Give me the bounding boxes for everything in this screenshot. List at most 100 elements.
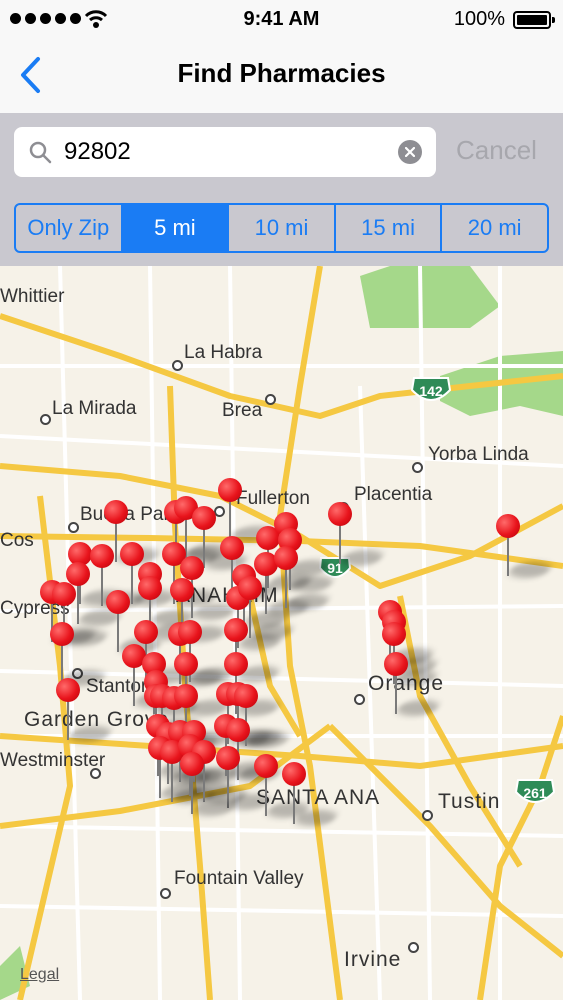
pin-stem [229,500,231,540]
search-input[interactable] [64,135,394,169]
highway-shield-icon: 142 [410,377,452,401]
map-label: Tustin [438,790,501,813]
pin-stem [293,784,295,824]
pin-head [52,582,76,606]
map-label: Fullerton [236,488,310,509]
map-label: Placentia [354,484,433,505]
pharmacy-pin[interactable] [218,478,277,542]
map-place-dot [160,888,171,899]
radius-option-20mi[interactable]: 20 mi [442,205,547,251]
pin-stem [101,566,103,606]
pin-head [234,684,258,708]
status-bar: 9:41 AM 100% [0,0,563,40]
pin-stem [285,568,287,608]
radius-option-5mi[interactable]: 5 mi [122,205,230,251]
map-label: Whittier [0,286,65,307]
pin-head [178,620,202,644]
pin-stem [67,700,69,740]
search-bar [14,127,436,177]
radius-segmented-control: Only Zip 5 mi 10 mi 15 mi 20 mi [14,203,549,253]
map-place-dot [172,360,183,371]
pin-head [90,544,114,568]
navigation-bar: Find Pharmacies [0,40,563,113]
radius-option-15mi[interactable]: 15 mi [336,205,443,251]
pharmacy-pin[interactable] [496,514,555,578]
pin-head [104,500,128,524]
pin-head [226,718,250,742]
pin-stem [133,666,135,706]
svg-text:142: 142 [419,383,443,399]
pin-head [384,652,408,676]
pin-head [224,618,248,642]
pin-head [216,746,240,770]
highway-shield-icon: 261 [514,779,556,803]
pin-head [274,546,298,570]
pin-head [224,652,248,676]
pin-head [382,622,406,646]
svg-text:261: 261 [523,785,547,801]
pharmacy-pin[interactable] [328,502,387,566]
pin-stem [265,574,267,614]
pin-head [496,514,520,538]
page-title: Find Pharmacies [177,58,386,88]
map-place-dot [68,522,79,533]
map-place-dot [265,394,276,405]
pin-head [134,620,158,644]
pin-stem [507,536,509,576]
pharmacy-pin[interactable] [254,754,313,818]
map-place-dot [408,942,419,953]
map-label: Cos [0,530,34,551]
pharmacy-pin[interactable] [50,622,109,686]
map-label: Brea [222,400,263,421]
radius-option-only-zip[interactable]: Only Zip [16,205,123,251]
pin-head [282,762,306,786]
pin-stem [77,584,79,624]
pin-head [174,652,198,676]
pin-head [50,622,74,646]
map-label: Fountain Valley [174,868,304,889]
map-label: Yorba Linda [428,444,529,465]
pin-head [180,556,204,580]
pin-stem [191,774,193,814]
pin-stem [131,564,133,604]
pin-head [328,502,352,526]
pin-stem [249,598,251,638]
search-area: Cancel Only Zip 5 mi 10 mi 15 mi 20 mi [0,113,563,266]
pharmacy-pin[interactable] [282,762,341,826]
map-view[interactable]: 142 91 261 Whittier La Habra La Mirada B… [0,266,563,1000]
clear-search-button[interactable] [398,140,422,164]
map-place-dot [90,768,101,779]
pharmacy-pin[interactable] [180,752,239,816]
pin-stem [115,522,117,562]
map-label: Irvine [344,948,402,971]
pin-head [106,590,130,614]
pharmacy-pin[interactable] [274,546,333,610]
close-icon [405,147,415,157]
pin-stem [339,524,341,564]
battery-icon [513,11,555,29]
pin-head [180,752,204,776]
pin-head [56,678,80,702]
pin-head [174,684,198,708]
pin-head [254,754,278,778]
pin-stem [117,612,119,652]
map-place-dot [354,694,365,705]
radius-option-10mi[interactable]: 10 mi [229,205,336,251]
legal-link[interactable]: Legal [20,966,59,984]
pharmacy-pin[interactable] [56,678,115,742]
battery-percent: 100% [453,8,505,30]
pin-stem [265,776,267,816]
cancel-button[interactable]: Cancel [456,135,537,166]
pin-head [220,536,244,560]
pharmacy-pin[interactable] [384,652,443,716]
pin-head [218,478,242,502]
map-label: La Mirada [52,398,137,419]
pin-head [238,576,262,600]
pin-stem [171,762,173,802]
search-icon [29,141,52,164]
map-place-dot [412,462,423,473]
map-label: Westminster [0,750,106,771]
pin-stem [395,674,397,714]
pin-head [192,506,216,530]
pin-head [170,578,194,602]
